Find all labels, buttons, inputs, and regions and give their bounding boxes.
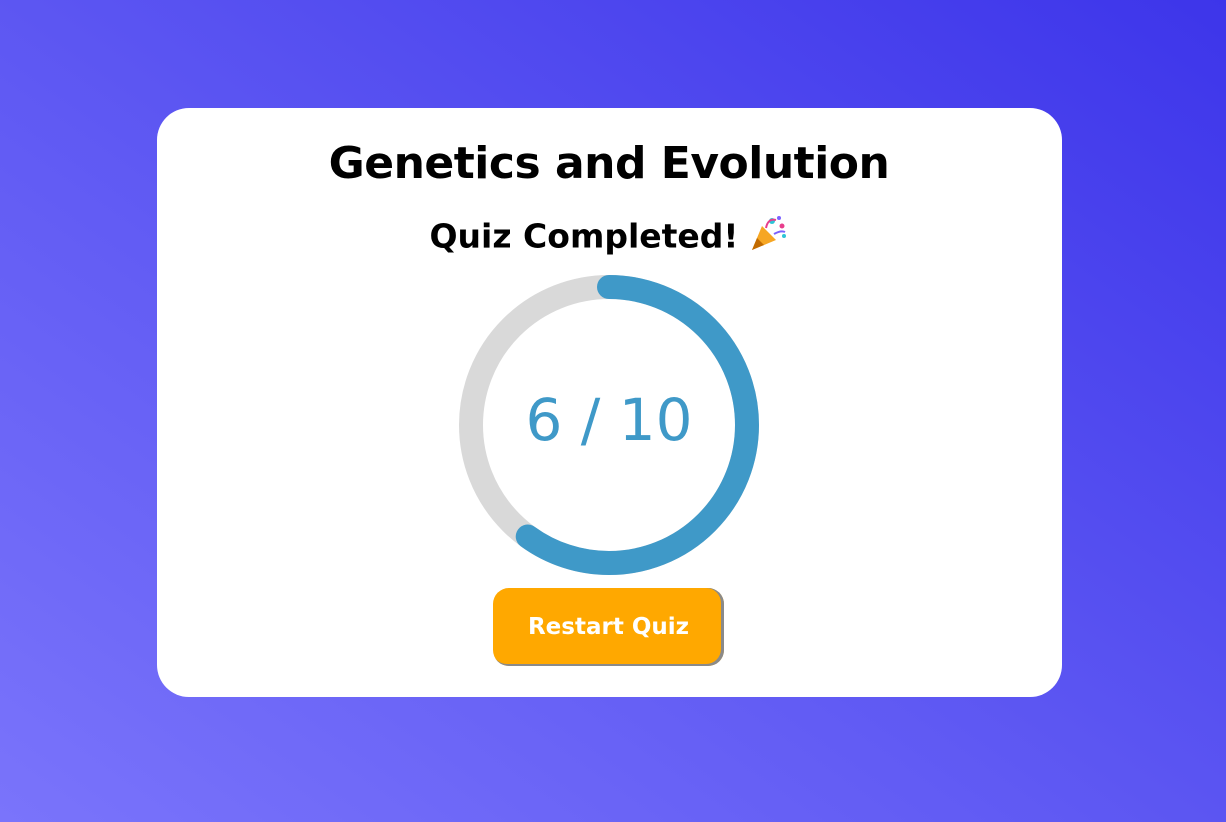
completion-text: Quiz Completed! (429, 216, 739, 256)
party-popper-icon (748, 214, 788, 262)
score-text: 6 / 10 (525, 386, 693, 454)
restart-quiz-button[interactable]: Restart Quiz (493, 588, 724, 666)
quiz-title: Genetics and Evolution (328, 138, 890, 189)
completion-heading: Quiz Completed! (0, 214, 1218, 262)
